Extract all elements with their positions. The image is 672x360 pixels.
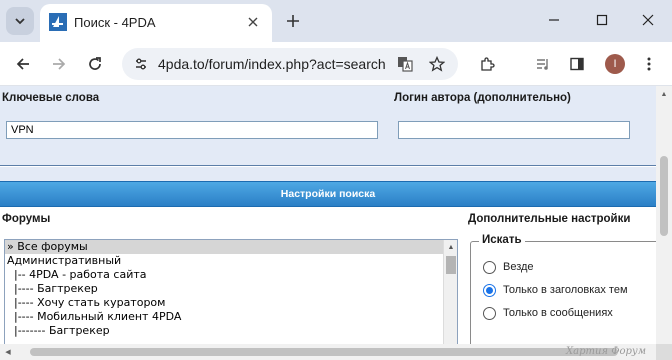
site-info-icon[interactable] — [130, 53, 152, 75]
search-in-option[interactable]: Только в заголовках тем — [483, 282, 628, 298]
divider-band — [0, 167, 656, 181]
forum-option[interactable]: |---- Багтрекер — [5, 282, 457, 296]
radio-label: Только в заголовках тем — [503, 284, 628, 296]
horizontal-scroll-thumb[interactable] — [30, 348, 618, 356]
forum-option[interactable]: |---- Мобильный клиент 4PDA — [5, 310, 457, 324]
forum-option[interactable]: |---- Хочу стать куратором — [5, 296, 457, 310]
forums-listbox[interactable]: » Все форумы Административный |-- 4PDA - … — [4, 239, 458, 344]
listbox-scroll-thumb[interactable] — [446, 256, 456, 274]
search-settings-bar: Настройки поиска — [0, 181, 656, 207]
close-icon[interactable] — [244, 13, 262, 31]
maximize-icon[interactable] — [584, 6, 620, 34]
address-bar[interactable]: 4pda.to/forum/index.php?act=search — [122, 48, 458, 80]
author-label: Логин автора (дополнительно) — [394, 92, 571, 104]
section-title: Настройки поиска — [280, 188, 376, 200]
vertical-scroll-thumb[interactable] — [660, 156, 668, 236]
minimize-icon[interactable] — [536, 6, 572, 34]
forums-label: Форумы — [2, 213, 51, 225]
back-arrow-icon[interactable] — [10, 51, 36, 77]
radio-button[interactable] — [483, 306, 496, 320]
browser-tab[interactable]: Поиск - 4PDA — [40, 4, 272, 42]
search-fields-panel: Ключевые слова VPN Логин автора (дополни… — [0, 86, 656, 166]
keywords-label: Ключевые слова — [2, 92, 100, 104]
browser-toolbar: 4pda.to/forum/index.php?act=search I — [0, 42, 672, 86]
search-in-option[interactable]: Везде — [483, 259, 534, 275]
reload-icon[interactable] — [82, 51, 108, 77]
page-vertical-scrollbar[interactable]: ▲ — [656, 86, 672, 344]
scroll-up-arrow-icon[interactable]: ▲ — [656, 86, 672, 102]
radio-label: Только в сообщениях — [503, 307, 613, 319]
plus-icon[interactable] — [280, 8, 306, 34]
radio-label: Везде — [503, 261, 534, 273]
4pda-logo-icon — [49, 13, 67, 31]
tab-strip: Поиск - 4PDA — [0, 0, 672, 42]
translate-icon[interactable] — [394, 53, 416, 75]
kebab-menu-icon[interactable] — [636, 51, 662, 77]
keywords-input[interactable]: VPN — [6, 121, 378, 139]
page-horizontal-scrollbar[interactable]: ◀ Хартия Форум — [0, 344, 656, 360]
search-in-fieldset: Искать Везде Только в заголовках тем Тольк… — [470, 234, 656, 344]
author-input[interactable] — [398, 121, 630, 139]
extensions-puzzle-icon[interactable] — [474, 51, 500, 77]
forum-option[interactable]: Административный — [5, 254, 457, 268]
scrollbar-corner — [656, 344, 672, 360]
radio-button[interactable] — [483, 283, 496, 297]
watermark: Хартия Форум — [566, 346, 647, 357]
tab-search-icon[interactable] — [6, 7, 34, 35]
forum-option[interactable]: |-- 4PDA - работа сайта — [5, 268, 457, 282]
scroll-left-arrow-icon[interactable]: ◀ — [0, 344, 16, 360]
listbox-scrollbar[interactable]: ▲ — [443, 240, 457, 344]
forward-arrow-icon[interactable] — [46, 51, 72, 77]
media-control-icon[interactable] — [530, 51, 556, 77]
forum-option[interactable]: » Все форумы — [5, 240, 457, 254]
bookmark-star-icon[interactable] — [426, 53, 448, 75]
scroll-up-arrow-icon[interactable]: ▲ — [444, 240, 457, 254]
page-viewport: Ключевые слова VPN Логин автора (дополни… — [0, 86, 656, 344]
url-text[interactable]: 4pda.to/forum/index.php?act=search — [158, 56, 388, 72]
radio-button[interactable] — [483, 260, 496, 274]
search-in-legend: Искать — [479, 234, 525, 246]
side-panel-icon[interactable] — [564, 51, 590, 77]
search-in-option[interactable]: Только в сообщениях — [483, 305, 613, 321]
forum-option[interactable]: |------- Багтрекер — [5, 324, 457, 338]
window-close-icon[interactable] — [630, 6, 666, 34]
profile-avatar[interactable]: I — [602, 51, 628, 77]
extra-settings-label: Дополнительные настройки — [468, 213, 631, 225]
tab-title: Поиск - 4PDA — [74, 15, 156, 30]
